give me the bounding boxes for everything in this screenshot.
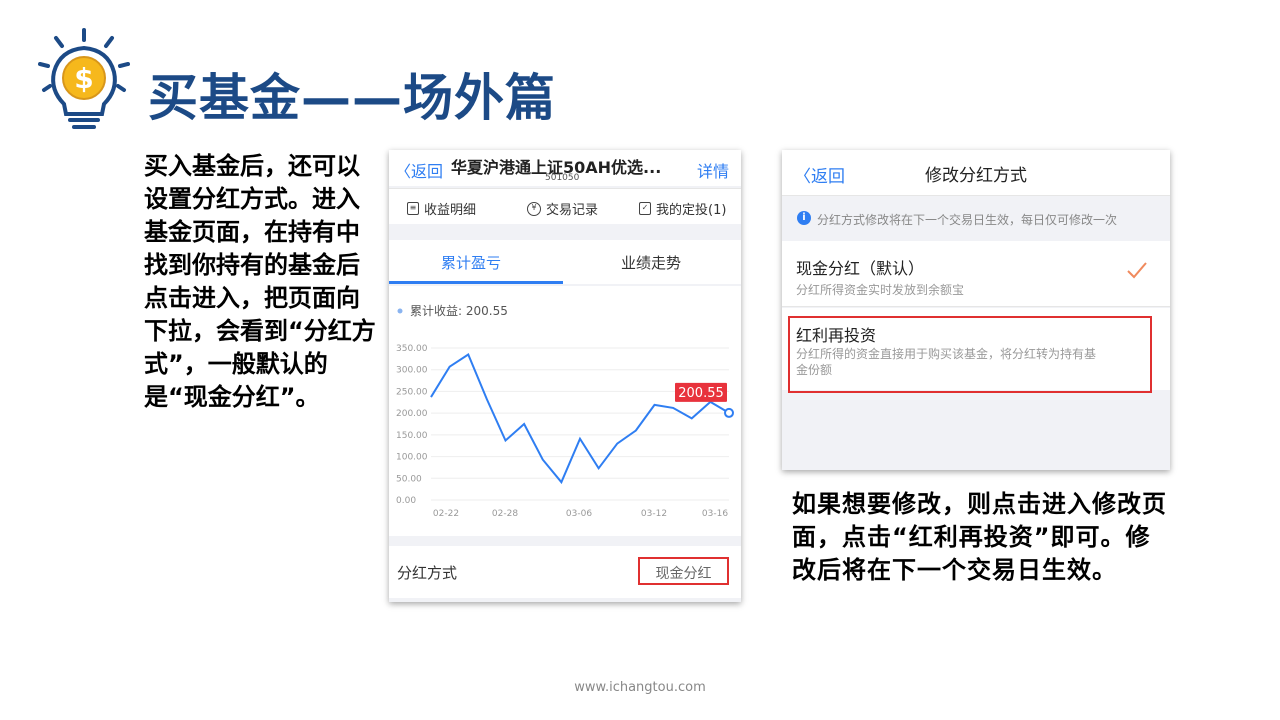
footer-url: www.ichangtou.com bbox=[574, 680, 706, 695]
y-tick-label: 0.00 bbox=[396, 496, 416, 506]
y-tick-label: 100.00 bbox=[396, 453, 428, 463]
menu-my-plan[interactable]: ✓ 我的定投(1) bbox=[639, 199, 726, 218]
checkmark-icon bbox=[1127, 262, 1147, 279]
x-tick-label: 02-22 bbox=[433, 509, 459, 519]
dividend-method-screenshot: 修改分红方式 〈返回 i 分红方式修改将在下一个交易日生效，每日仅可修改一次 现… bbox=[782, 150, 1170, 470]
info-icon: i bbox=[797, 211, 811, 225]
notice-bar: i 分红方式修改将在下一个交易日生效，每日仅可修改一次 bbox=[782, 196, 1170, 240]
x-tick-label: 03-16 bbox=[702, 509, 728, 519]
fund-detail-screenshot: 〈返回 华夏沪港通上证50AH优选... 501050 详情 ≡ 收益明细 ¥ … bbox=[389, 150, 741, 602]
document-icon: ≡ bbox=[407, 202, 419, 215]
calendar-check-icon: ✓ bbox=[639, 202, 651, 215]
y-tick-label: 150.00 bbox=[396, 431, 428, 441]
tab-underline bbox=[389, 281, 563, 284]
fund-header: 〈返回 华夏沪港通上证50AH优选... 501050 详情 bbox=[389, 150, 741, 186]
y-tick-label: 200.00 bbox=[396, 409, 428, 419]
last-point-marker bbox=[724, 407, 734, 418]
highlight-box bbox=[788, 316, 1152, 393]
instruction-text-right: 如果想要修改，则点击进入修改页面，点击“红利再投资”即可。修改后将在下一个交易日… bbox=[792, 490, 1167, 584]
page-title: 买基金——场外篇 bbox=[148, 69, 556, 127]
back-button[interactable]: 〈返回 bbox=[395, 158, 443, 182]
fund-code: 501050 bbox=[545, 173, 580, 183]
y-tick-label: 250.00 bbox=[396, 387, 428, 397]
detail-link[interactable]: 详情 bbox=[697, 158, 729, 182]
dividend-label: 分红方式 bbox=[397, 564, 458, 582]
value-label: 200.55 bbox=[678, 386, 724, 401]
x-tick-label: 02-28 bbox=[492, 509, 518, 519]
option-title: 现金分红（默认） bbox=[796, 259, 925, 278]
menu-income-detail[interactable]: ≡ 收益明细 bbox=[407, 199, 476, 218]
legend-dot bbox=[397, 308, 403, 314]
x-tick-label: 03-06 bbox=[566, 509, 592, 519]
y-tick-label: 300.00 bbox=[396, 366, 428, 376]
dividend-value[interactable]: 现金分红 bbox=[640, 563, 727, 583]
y-tick-label: 50.00 bbox=[396, 474, 422, 484]
notice-text: 分红方式修改将在下一个交易日生效，每日仅可修改一次 bbox=[817, 213, 1118, 227]
y-tick-label: 350.00 bbox=[396, 344, 428, 354]
dividend-header: 修改分红方式 〈返回 bbox=[782, 150, 1170, 196]
menu-trade-record[interactable]: ¥ 交易记录 bbox=[527, 199, 598, 218]
line-chart: 累计收益: 200.55 350.00 300.00 250.00 200.00 150.… bbox=[396, 304, 734, 519]
fund-menu: ≡ 收益明细 ¥ 交易记录 ✓ 我的定投(1) bbox=[389, 188, 741, 224]
yen-icon: ¥ bbox=[527, 201, 541, 216]
chart-tabs: 累计盈亏 业绩走势 bbox=[389, 240, 741, 284]
option-subtitle: 分红所得资金实时发放到余额宝 bbox=[796, 283, 965, 297]
instruction-text-left: 买入基金后，还可以设置分红方式。进入基金页面，在持有中找到你持有的基金后点击进入… bbox=[144, 152, 376, 411]
legend-label: 累计收益: 200.55 bbox=[410, 304, 508, 318]
x-tick-label: 03-12 bbox=[641, 509, 667, 519]
lightbulb-dollar-icon: $ bbox=[38, 28, 130, 129]
dividend-row[interactable]: 分红方式 现金分红 bbox=[389, 546, 741, 598]
tab-performance[interactable]: 业绩走势 bbox=[621, 252, 681, 273]
option-cash-dividend[interactable]: 现金分红（默认） 分红所得资金实时发放到余额宝 bbox=[782, 241, 1170, 307]
back-button[interactable]: 〈返回 bbox=[794, 162, 845, 187]
series-line bbox=[430, 353, 730, 485]
tab-cumulative-pnl[interactable]: 累计盈亏 bbox=[441, 252, 501, 273]
svg-text:$: $ bbox=[74, 62, 93, 95]
cumulative-return-chart: 累计收益: 200.55 350.00 300.00 250.00 200.00 150.… bbox=[389, 286, 741, 536]
highlight-box: 现金分红 bbox=[638, 557, 729, 585]
